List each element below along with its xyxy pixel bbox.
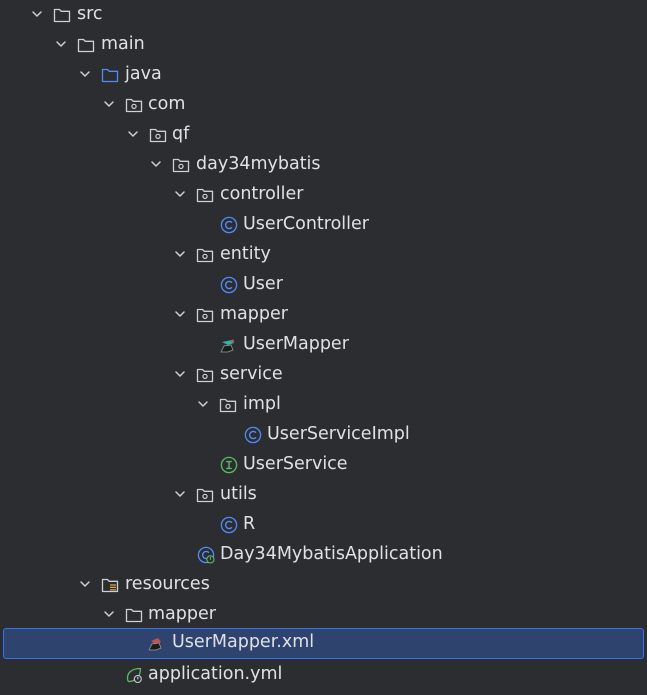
tree-node-label: resources <box>125 574 210 594</box>
tree-node-label: src <box>77 4 103 24</box>
package-icon <box>149 128 167 143</box>
tree-node-user[interactable]: User <box>0 270 647 300</box>
tree-node-label: qf <box>172 124 190 144</box>
tree-node-application-class[interactable]: Day34MybatisApplication <box>0 540 647 570</box>
tree-node-label: service <box>220 364 283 384</box>
tree-node-label: impl <box>243 394 281 414</box>
tree-node-day34mybatis[interactable]: day34mybatis <box>0 150 647 180</box>
tree-node-label: utils <box>220 484 257 504</box>
chevron-down-icon[interactable] <box>174 308 186 320</box>
tree-node-label: UserMapper.xml <box>172 632 315 652</box>
tree-node-label: mapper <box>148 604 216 624</box>
tree-node-user-mapper[interactable]: UserMapper <box>0 330 647 360</box>
tree-node-utils[interactable]: utils <box>0 480 647 510</box>
chevron-down-icon[interactable] <box>174 488 186 500</box>
tree-node-user-mapper-xml[interactable]: UserMapper.xml <box>3 628 644 659</box>
package-icon <box>125 98 143 113</box>
chevron-down-icon[interactable] <box>79 68 91 80</box>
tree-node-mapper-package[interactable]: mapper <box>0 300 647 330</box>
chevron-down-icon[interactable] <box>127 128 139 140</box>
tree-node-main[interactable]: main <box>0 30 647 60</box>
folder-icon <box>53 8 71 23</box>
tree-node-mapper-dir[interactable]: mapper <box>0 600 647 630</box>
tree-node-label: java <box>125 64 162 84</box>
tree-node-label: Day34MybatisApplication <box>220 544 443 564</box>
tree-node-label: UserService <box>243 454 348 474</box>
spring-config-icon <box>126 667 142 684</box>
tree-node-label: entity <box>220 244 271 264</box>
package-icon <box>196 248 214 263</box>
tree-node-service[interactable]: service <box>0 360 647 390</box>
tree-node-user-controller[interactable]: UserController <box>0 210 647 240</box>
chevron-down-icon[interactable] <box>174 188 186 200</box>
chevron-down-icon[interactable] <box>197 398 209 410</box>
tree-node-r[interactable]: R <box>0 510 647 540</box>
mybatis-icon <box>220 339 234 353</box>
tree-node-label: User <box>243 274 283 294</box>
tree-node-user-service[interactable]: UserService <box>0 450 647 480</box>
tree-node-label: application.yml <box>148 664 283 684</box>
tree-node-qf[interactable]: qf <box>0 120 647 150</box>
folder-icon <box>125 608 143 623</box>
mybatis-icon <box>148 638 162 651</box>
chevron-down-icon[interactable] <box>150 158 162 170</box>
tree-node-impl[interactable]: impl <box>0 390 647 420</box>
tree-node-application-yml[interactable]: application.yml <box>0 660 647 690</box>
tree-node-label: controller <box>220 184 304 204</box>
tree-node-label: UserController <box>243 214 369 234</box>
tree-node-label: mapper <box>220 304 288 324</box>
package-icon <box>172 158 190 173</box>
tree-node-label: day34mybatis <box>196 154 321 174</box>
tree-node-label: main <box>101 34 145 54</box>
tree-node-label: UserMapper <box>243 334 349 354</box>
chevron-down-icon[interactable] <box>55 38 67 50</box>
folder-icon <box>77 38 95 53</box>
package-icon <box>196 488 214 503</box>
chevron-down-icon[interactable] <box>174 248 186 260</box>
tree-node-src[interactable]: src <box>0 0 647 30</box>
package-icon <box>219 398 237 413</box>
package-icon <box>196 188 214 203</box>
chevron-down-icon[interactable] <box>174 368 186 380</box>
tree-node-label: UserServiceImpl <box>267 424 410 444</box>
project-tree: src main java com qf day34mybatis contro… <box>0 0 647 695</box>
class-icon <box>244 426 262 444</box>
class-icon <box>220 216 238 234</box>
package-icon <box>196 368 214 383</box>
tree-node-resources[interactable]: resources <box>0 570 647 600</box>
resources-folder-icon <box>101 578 119 593</box>
tree-node-label: com <box>148 94 186 114</box>
tree-node-java[interactable]: java <box>0 60 647 90</box>
source-folder-icon <box>101 68 119 83</box>
tree-node-com[interactable]: com <box>0 90 647 120</box>
spring-application-icon <box>197 546 215 564</box>
tree-node-label: R <box>243 514 256 534</box>
interface-icon <box>220 456 238 474</box>
chevron-down-icon[interactable] <box>103 608 115 620</box>
tree-node-entity[interactable]: entity <box>0 240 647 270</box>
class-icon <box>220 516 238 534</box>
chevron-down-icon[interactable] <box>79 578 91 590</box>
chevron-down-icon[interactable] <box>103 98 115 110</box>
package-icon <box>196 308 214 323</box>
chevron-down-icon[interactable] <box>31 8 43 20</box>
tree-node-controller[interactable]: controller <box>0 180 647 210</box>
class-icon <box>220 276 238 294</box>
tree-node-user-service-impl[interactable]: UserServiceImpl <box>0 420 647 450</box>
